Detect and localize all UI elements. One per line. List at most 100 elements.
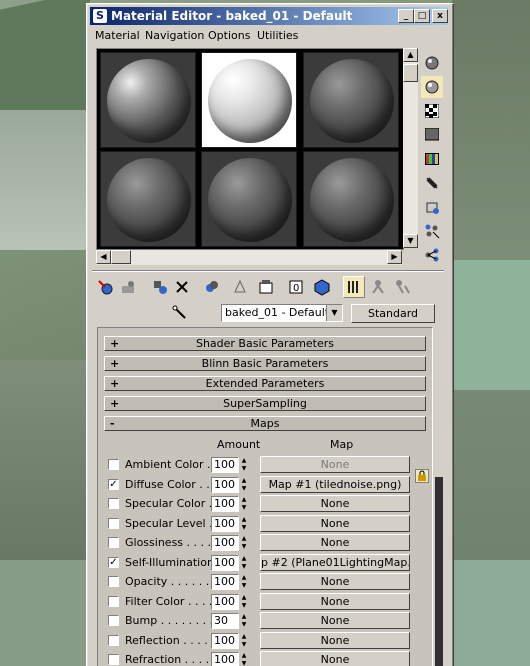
- menu-material[interactable]: Material: [95, 29, 140, 42]
- map-enable-checkbox[interactable]: [108, 634, 119, 646]
- sample-slot-2[interactable]: [201, 52, 297, 148]
- video-color-check-icon[interactable]: [421, 148, 443, 170]
- amount-spinner[interactable]: ▲ ▼: [239, 457, 249, 473]
- background-checker-icon[interactable]: [421, 100, 443, 122]
- slots-horizontal-scrollbar[interactable]: ◀ ▶: [96, 250, 402, 265]
- spin-up-icon[interactable]: ▲: [239, 516, 249, 524]
- spin-up-icon[interactable]: ▲: [239, 633, 249, 641]
- spin-down-icon[interactable]: ▼: [239, 602, 249, 610]
- spin-down-icon[interactable]: ▼: [239, 621, 249, 629]
- make-preview-icon[interactable]: [421, 172, 443, 194]
- amount-spinner[interactable]: ▲ ▼: [239, 516, 249, 532]
- amount-spinner[interactable]: ▲ ▼: [239, 613, 249, 629]
- show-map-in-viewport-icon[interactable]: [311, 276, 333, 298]
- close-button[interactable]: x: [432, 9, 448, 23]
- map-enable-checkbox[interactable]: [108, 517, 119, 529]
- rollout-maps[interactable]: - Maps: [104, 416, 426, 431]
- rollout-blinn-basic[interactable]: + Blinn Basic Parameters: [104, 356, 426, 371]
- rollout-scrollbar[interactable]: [435, 327, 443, 666]
- amount-spinner[interactable]: ▲ ▼: [239, 477, 249, 493]
- chevron-down-icon[interactable]: ▼: [326, 305, 342, 321]
- map-slot-button[interactable]: None: [260, 534, 410, 551]
- put-to-scene-icon[interactable]: [117, 276, 139, 298]
- map-enable-checkbox[interactable]: [108, 615, 119, 626]
- sample-type-icon[interactable]: [421, 52, 443, 74]
- amount-spinner[interactable]: ▲ ▼: [239, 652, 249, 666]
- minimize-button[interactable]: _: [398, 9, 414, 23]
- map-enable-checkbox[interactable]: [108, 576, 119, 587]
- map-slot-button[interactable]: None: [260, 612, 410, 629]
- scroll-thumb-horizontal[interactable]: [111, 250, 131, 264]
- spin-up-icon[interactable]: ▲: [239, 477, 249, 485]
- map-slot-button[interactable]: None: [260, 514, 410, 532]
- map-enable-checkbox[interactable]: [108, 459, 119, 470]
- map-amount-input[interactable]: 100: [211, 574, 239, 590]
- scroll-right-arrow-icon[interactable]: ▶: [387, 250, 402, 264]
- map-amount-input[interactable]: 100: [211, 496, 239, 512]
- show-end-result-icon[interactable]: [343, 276, 365, 298]
- map-enable-checkbox[interactable]: [108, 654, 119, 665]
- spin-down-icon[interactable]: ▼: [239, 582, 249, 590]
- spin-down-icon[interactable]: ▼: [239, 563, 249, 571]
- map-amount-input[interactable]: 100: [211, 515, 239, 532]
- amount-spinner[interactable]: ▲ ▼: [239, 633, 249, 649]
- menu-navigation[interactable]: Navigation: [145, 29, 204, 42]
- sample-uv-tiling-icon[interactable]: [421, 124, 443, 146]
- rollout-scroll-thumb[interactable]: [435, 477, 443, 666]
- sample-slot-6[interactable]: [303, 151, 399, 247]
- spin-up-icon[interactable]: ▲: [239, 574, 249, 582]
- scroll-thumb[interactable]: [403, 64, 418, 82]
- map-enable-checkbox[interactable]: ✓: [108, 556, 119, 568]
- pick-material-from-object-icon[interactable]: [171, 304, 191, 322]
- make-unique-icon[interactable]: [229, 276, 251, 298]
- amount-spinner[interactable]: ▲ ▼: [239, 496, 249, 512]
- map-slot-button[interactable]: p #2 (Plane01LightingMap.tga): [260, 553, 410, 571]
- map-slot-button[interactable]: None: [260, 592, 410, 610]
- scroll-left-arrow-icon[interactable]: ◀: [96, 250, 111, 264]
- title-bar[interactable]: S Material Editor - baked_01 - Default _…: [90, 7, 448, 25]
- spin-down-icon[interactable]: ▼: [239, 641, 249, 649]
- make-copy-icon[interactable]: [201, 276, 223, 298]
- amount-spinner[interactable]: ▲ ▼: [239, 535, 249, 551]
- map-amount-input[interactable]: 100: [211, 593, 239, 610]
- material-map-navigator-icon[interactable]: [421, 244, 443, 266]
- menu-utilities[interactable]: Utilities: [257, 29, 298, 42]
- spin-up-icon[interactable]: ▲: [239, 555, 249, 563]
- amount-spinner[interactable]: ▲ ▼: [239, 594, 249, 610]
- menu-options[interactable]: Options: [208, 29, 250, 42]
- sample-slot-4[interactable]: [100, 151, 196, 247]
- map-amount-input[interactable]: 100: [211, 632, 239, 649]
- go-to-parent-icon[interactable]: [367, 276, 389, 298]
- spin-down-icon[interactable]: ▼: [239, 543, 249, 551]
- rollout-shader-basic[interactable]: + Shader Basic Parameters: [104, 336, 426, 351]
- rollout-extended[interactable]: + Extended Parameters: [104, 376, 426, 391]
- material-type-button[interactable]: Standard: [351, 304, 435, 323]
- spin-down-icon[interactable]: ▼: [239, 465, 249, 473]
- map-enable-checkbox[interactable]: ✓: [108, 478, 119, 490]
- amount-spinner[interactable]: ▲ ▼: [239, 555, 249, 571]
- spin-down-icon[interactable]: ▼: [239, 524, 249, 532]
- spin-up-icon[interactable]: ▲: [239, 535, 249, 543]
- map-amount-input[interactable]: 100: [211, 554, 239, 571]
- material-effects-channel-icon[interactable]: 0: [285, 276, 307, 298]
- sample-slot-3[interactable]: [303, 52, 399, 148]
- map-enable-checkbox[interactable]: [108, 498, 119, 509]
- scroll-down-arrow-icon[interactable]: ▼: [403, 234, 418, 248]
- scroll-up-arrow-icon[interactable]: ▲: [403, 48, 418, 62]
- map-slot-button[interactable]: None: [260, 651, 410, 666]
- spin-down-icon[interactable]: ▼: [239, 485, 249, 493]
- options-icon[interactable]: [421, 196, 443, 218]
- map-amount-input[interactable]: 100: [211, 535, 239, 551]
- map-enable-checkbox[interactable]: [108, 537, 119, 548]
- select-by-material-icon[interactable]: [421, 220, 443, 242]
- backlight-icon[interactable]: [421, 76, 443, 98]
- put-to-library-icon[interactable]: [255, 276, 277, 298]
- spin-up-icon[interactable]: ▲: [239, 496, 249, 504]
- map-slot-button[interactable]: None: [260, 631, 410, 649]
- sample-slot-5[interactable]: [201, 151, 297, 247]
- go-forward-to-sibling-icon[interactable]: [391, 276, 413, 298]
- map-amount-input[interactable]: 100: [211, 652, 239, 666]
- map-slot-button[interactable]: None: [260, 456, 410, 473]
- get-material-icon[interactable]: [95, 276, 117, 298]
- spin-up-icon[interactable]: ▲: [239, 652, 249, 660]
